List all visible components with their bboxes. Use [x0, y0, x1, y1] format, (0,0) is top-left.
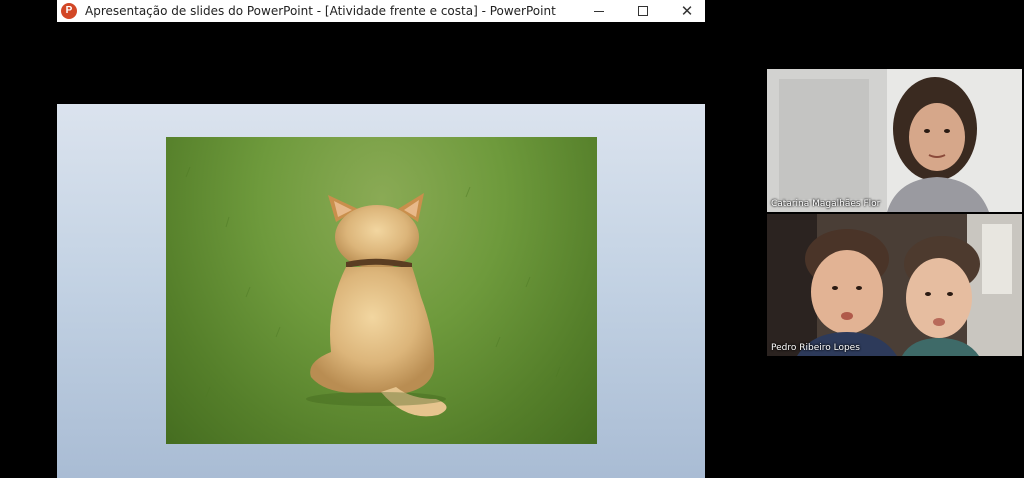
shared-screen: P Apresentação de slides do PowerPoint -…	[57, 0, 705, 478]
minimize-icon	[594, 10, 604, 12]
minimize-button[interactable]	[577, 0, 621, 22]
powerpoint-icon: P	[61, 3, 77, 19]
close-button[interactable]: ✕	[665, 0, 709, 22]
window-titlebar: P Apresentação de slides do PowerPoint -…	[57, 0, 705, 22]
participant-tile[interactable]: Pedro Ribeiro Lopes	[767, 214, 1022, 356]
app-icon-letter: P	[65, 5, 73, 16]
window-title: Apresentação de slides do PowerPoint - […	[85, 4, 556, 18]
participant-video	[767, 214, 1022, 356]
participant-tile[interactable]: Catarina Magalhães Flor	[767, 69, 1022, 212]
close-icon: ✕	[680, 2, 694, 20]
dog-photo-icon	[185, 166, 561, 418]
maximize-button[interactable]	[621, 0, 665, 22]
participant-video	[767, 69, 1022, 212]
participant-name: Pedro Ribeiro Lopes	[771, 343, 860, 353]
participant-name: Catarina Magalhães Flor	[771, 199, 881, 209]
maximize-icon	[638, 6, 648, 16]
dog-photo	[166, 137, 597, 444]
slide	[57, 104, 705, 478]
